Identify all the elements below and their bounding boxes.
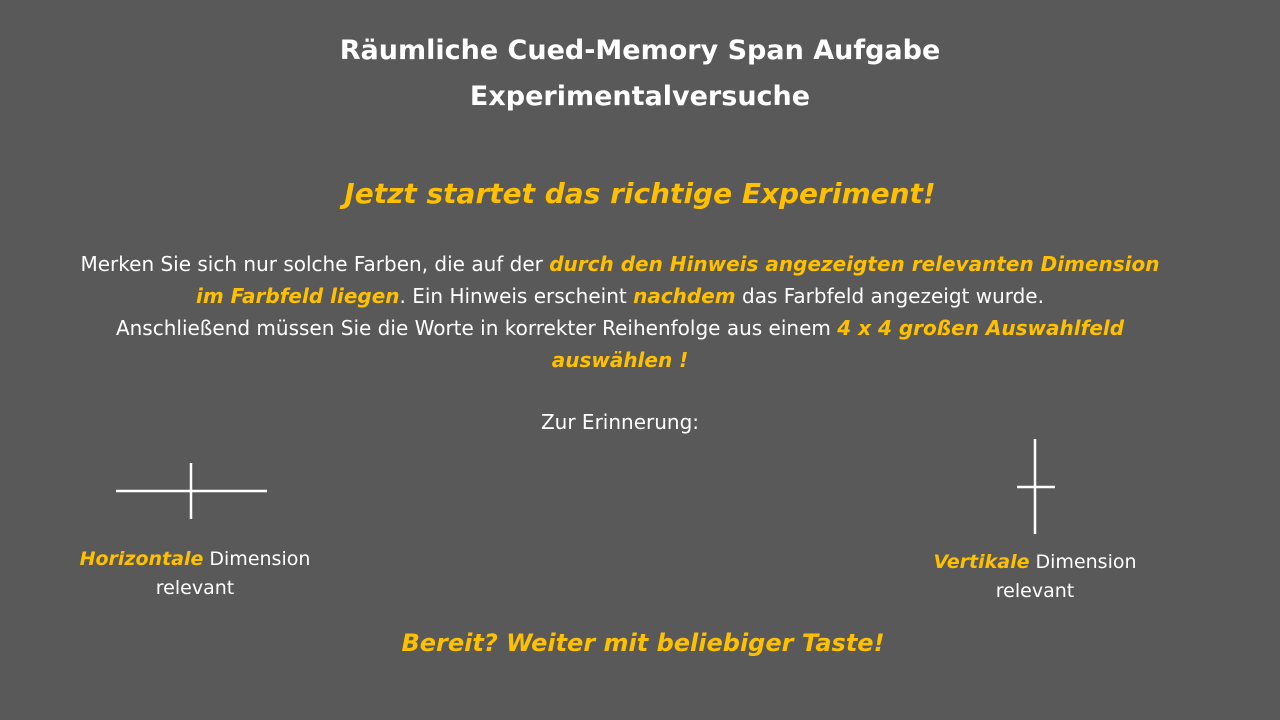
reminder-label: Zur Erinnerung: [540,410,700,434]
instructions-line-1: Merken Sie sich nur solche Farben, die a… [40,248,1200,280]
instructions-highlight-1: durch den Hinweis angezeigten relevanten… [549,252,1160,276]
horizontal-dimension-caption: Horizontale Dimension relevant [60,545,330,603]
slide-title: Räumliche Cued-Memory Span Aufgabe Exper… [0,28,1280,120]
horizontal-caption-line-2: relevant [155,577,235,599]
instructions-highlight-3: nachdem [633,284,736,308]
experiment-start-headline: Jetzt startet das richtige Experiment! [344,177,936,210]
instructions-text-1: Merken Sie sich nur solche Farben, die a… [80,252,550,276]
title-line-1: Räumliche Cued-Memory Span Aufgabe [339,35,941,66]
instructions-text-2: . Ein Hinweis erscheint [399,284,634,308]
title-line-2: Experimentalversuche [469,81,811,112]
instructions-line-3: Anschließend müssen Sie die Worte in kor… [40,312,1200,344]
horizontal-caption-text: Dimension [203,548,311,570]
instructions-text: Merken Sie sich nur solche Farben, die a… [40,248,1200,376]
horizontal-cross-icon [114,460,270,522]
instructions-highlight-2: im Farbfeld liegen [196,284,400,308]
instructions-text-3: das Farbfeld angezeigt wurde. [735,284,1044,308]
vertical-caption-accent: Vertikale [933,551,1030,573]
vertical-caption-text: Dimension [1029,551,1137,573]
vertical-cross-icon [1014,437,1058,537]
instructions-highlight-5: auswählen ! [551,348,689,372]
instructions-line-2: im Farbfeld liegen. Ein Hinweis erschein… [40,280,1200,312]
continue-prompt: Bereit? Weiter mit beliebiger Taste! [401,629,885,657]
horizontal-caption-accent: Horizontale [79,548,204,570]
vertical-dimension-caption: Vertikale Dimension relevant [900,548,1170,606]
instructions-highlight-4: 4 x 4 großen Auswahlfeld [837,316,1125,340]
vertical-caption-line-2: relevant [995,580,1075,602]
instructions-line-4: auswählen ! [40,344,1200,376]
instructions-text-4: Anschließend müssen Sie die Worte in kor… [115,316,838,340]
